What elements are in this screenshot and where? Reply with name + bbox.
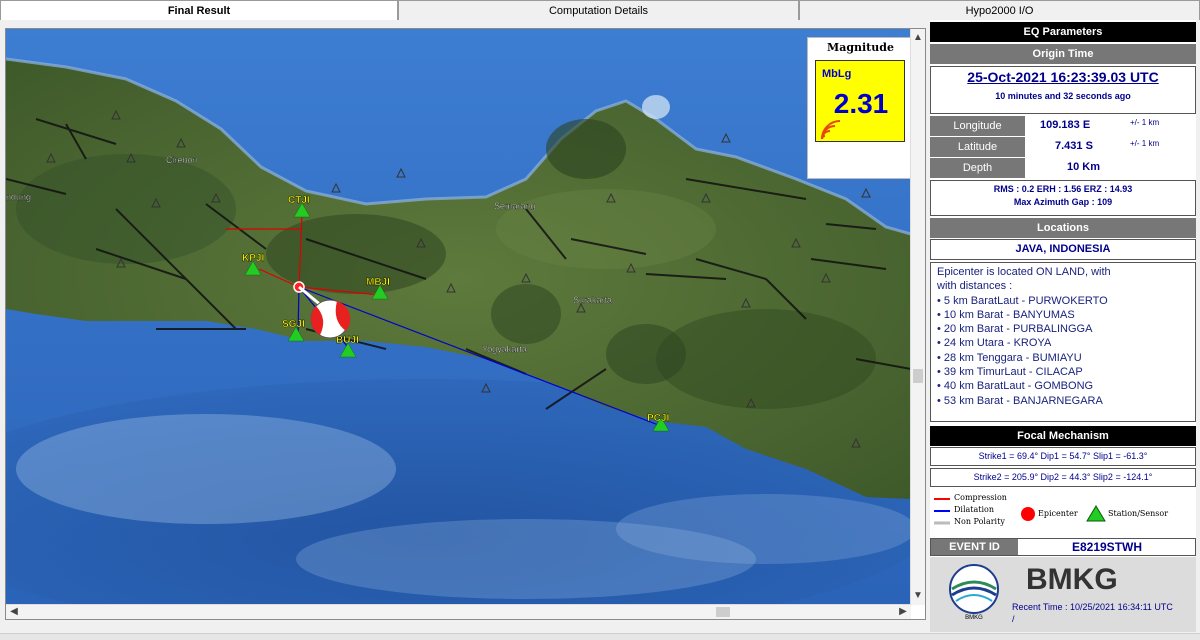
- horizontal-scroll-thumb[interactable]: [716, 607, 730, 617]
- region-name: JAVA, INDONESIA: [930, 239, 1196, 260]
- map-legend: Compression Dilatation Non Polarity Epic…: [930, 490, 1196, 534]
- tab-computation-details[interactable]: Computation Details: [398, 0, 799, 20]
- city-label-surakarta: Surakarta: [573, 295, 612, 305]
- magnitude-legend: Magnitude MbLg 2.31: [807, 37, 911, 179]
- magnitude-title: Magnitude: [827, 41, 894, 54]
- origin-time-value: 25-Oct-2021 16:23:39.03 UTC: [967, 69, 1159, 85]
- city-label-bandung: ndung: [6, 192, 31, 202]
- map-vertical-scrollbar[interactable]: ▲ ▼: [910, 29, 925, 605]
- svg-text:SGJI: SGJI: [282, 319, 305, 330]
- list-item: • 28 km Tenggara - BUMIAYU: [937, 351, 1082, 364]
- recent-time: Recent Time : 10/25/2021 16:34:11 UTC: [1012, 602, 1173, 612]
- scroll-up-icon[interactable]: ▲: [911, 31, 925, 45]
- svg-text:KPJI: KPJI: [242, 253, 264, 264]
- logo-caption: BMKG: [965, 615, 983, 621]
- latitude-row: Latitude 7.431 S +/- 1 km: [930, 137, 1196, 158]
- origin-time-box: 25-Oct-2021 16:23:39.03 UTC 10 minutes a…: [930, 66, 1196, 114]
- list-item: • 24 km Utara - KROYA: [937, 337, 1052, 350]
- latitude-value: 7.431 S: [1055, 140, 1093, 152]
- location-distances: Epicenter is located ON LAND, with with …: [930, 262, 1196, 422]
- list-item: • 10 km Barat - BANYUMAS: [937, 308, 1075, 321]
- vertical-scroll-thumb[interactable]: [913, 369, 923, 383]
- longitude-error: +/- 1 km: [1130, 118, 1160, 127]
- strike1-values: Strike1 = 69.4° Dip1 = 54.7° Slip1 = -61…: [930, 447, 1196, 466]
- legend-dilatation: Dilatation: [954, 505, 995, 514]
- agency-name: BMKG: [1026, 563, 1118, 596]
- bmkg-logo-icon: [949, 564, 999, 614]
- tab-final-result[interactable]: Final Result: [0, 0, 398, 20]
- bmkg-footer: BMKG BMKG Recent Time : 10/25/2021 16:34…: [930, 557, 1196, 632]
- legend-epicenter: Epicenter: [1038, 509, 1078, 518]
- event-id-label: EVENT ID: [931, 539, 1018, 555]
- origin-time-header: Origin Time: [930, 44, 1196, 64]
- latitude-error: +/- 1 km: [1130, 139, 1160, 148]
- city-label-semarang: Semarang: [494, 201, 536, 211]
- latitude-label: Latitude: [930, 137, 1025, 158]
- scroll-down-icon[interactable]: ▼: [911, 589, 925, 603]
- map-canvas: Cirebon Semarang Surakarta Yogyakarta nd…: [6, 29, 911, 605]
- bmkg-logo: BMKG: [948, 563, 1000, 621]
- quality-box: RMS : 0.2 ERH : 1.56 ERZ : 14.93 Max Azi…: [930, 180, 1196, 216]
- station-legend-icon: [1086, 505, 1106, 522]
- city-label-yogyakarta: Yogyakarta: [482, 344, 527, 354]
- longitude-label: Longitude: [930, 116, 1025, 137]
- event-id-value: E8219STWH: [1071, 540, 1143, 554]
- locations-header: Locations: [930, 218, 1196, 238]
- svg-text:MBJI: MBJI: [366, 277, 390, 288]
- longitude-value: 109.183 E: [1040, 119, 1091, 131]
- location-intro-2: with distances :: [937, 280, 1013, 293]
- depth-value: 10 Km: [1067, 161, 1101, 173]
- longitude-row: Longitude 109.183 E +/- 1 km: [930, 116, 1196, 137]
- status-bar: [0, 633, 1200, 640]
- list-item: • 20 km Barat - PURBALINGGA: [937, 323, 1093, 336]
- event-id-row: EVENT ID E8219STWH: [930, 538, 1196, 556]
- location-intro: Epicenter is located ON LAND, with: [937, 266, 1111, 278]
- elapsed-time: 10 minutes and 32 seconds ago: [995, 91, 1131, 101]
- svg-text:CTJI: CTJI: [288, 195, 310, 206]
- svg-text:BUJI: BUJI: [336, 335, 359, 346]
- epicenter-legend-icon: [1021, 507, 1035, 521]
- legend-non-polarity: Non Polarity: [954, 517, 1005, 526]
- map-viewport[interactable]: Cirebon Semarang Surakarta Yogyakarta nd…: [5, 28, 926, 620]
- map-horizontal-scrollbar[interactable]: ◀ ▶: [6, 604, 911, 619]
- svg-text:PCJI: PCJI: [647, 413, 669, 424]
- scroll-right-icon[interactable]: ▶: [896, 605, 910, 619]
- scroll-left-icon[interactable]: ◀: [7, 605, 21, 619]
- azimuth-gap: Max Azimuth Gap : 109: [1013, 197, 1113, 207]
- list-item: • 5 km BaratLaut - PURWOKERTO: [937, 294, 1108, 307]
- magnitude-value: 2.31: [833, 88, 889, 119]
- list-item: • 40 km BaratLaut - GOMBONG: [937, 380, 1094, 393]
- seismic-wave-icon: [821, 120, 841, 140]
- legend-compression: Compression: [954, 493, 1007, 502]
- eq-parameters-header: EQ Parameters: [930, 22, 1196, 42]
- magnitude-type: MbLg: [822, 68, 852, 80]
- magnitude-box: MbLg 2.31: [815, 60, 905, 142]
- legend-station: Station/Sensor: [1108, 509, 1169, 518]
- rms-values: RMS : 0.2 ERH : 1.56 ERZ : 14.93: [993, 184, 1133, 194]
- focal-mechanism-header: Focal Mechanism: [930, 426, 1196, 446]
- epicenter-map[interactable]: Cirebon Semarang Surakarta Yogyakarta nd…: [6, 29, 911, 605]
- strike2-values: Strike2 = 205.9° Dip2 = 44.3° Slip2 = -1…: [930, 468, 1196, 487]
- tab-hypo2000-io[interactable]: Hypo2000 I/O: [799, 0, 1200, 20]
- city-label-cirebon: Cirebon: [166, 155, 198, 165]
- depth-row: Depth 10 Km: [930, 158, 1196, 179]
- list-item: • 39 km TimurLaut - CILACAP: [937, 366, 1083, 379]
- recent-time-slash: /: [1012, 614, 1015, 624]
- depth-label: Depth: [930, 158, 1025, 179]
- eq-parameters-panel: EQ Parameters Origin Time 25-Oct-2021 16…: [930, 20, 1196, 632]
- list-item: • 53 km Barat - BANJARNEGARA: [937, 394, 1103, 407]
- tab-bar: Final Result Computation Details Hypo200…: [0, 0, 1200, 20]
